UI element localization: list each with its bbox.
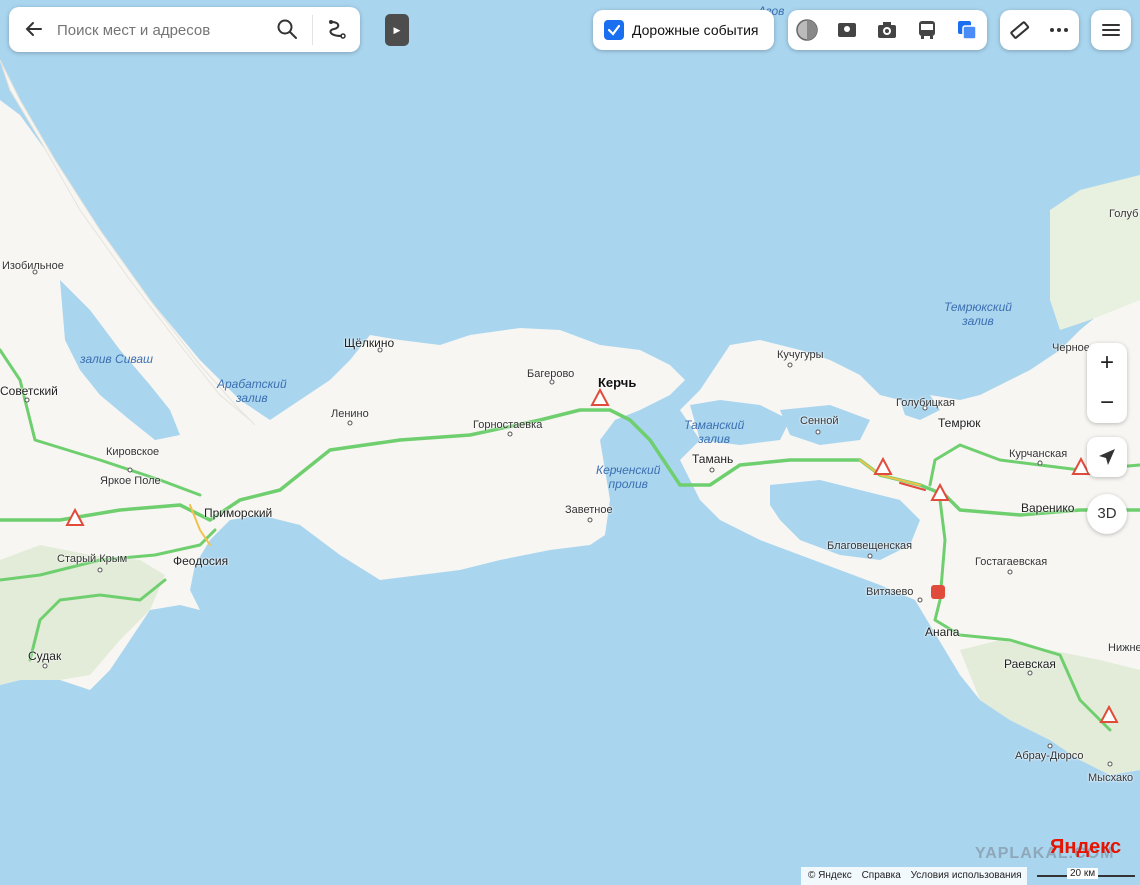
label-gornostaevka: Горностаевка [473,419,543,431]
accident-icon [931,585,945,599]
label-zavetnoe: Заветное [565,504,613,516]
label-golubitskaya: Голубицкая [896,397,956,409]
map-scale: 20 км [1037,867,1135,885]
scale-label: 20 км [1067,868,1099,879]
map-canvas[interactable] [0,0,1140,885]
photo-camera-icon[interactable] [876,19,898,41]
map-style-icon[interactable] [796,19,818,41]
logo-letter: Яндекс [1050,836,1122,858]
label-taman: Тамань [692,452,734,466]
ruler-icon[interactable] [1008,19,1030,41]
hamburger-icon [1100,19,1122,41]
menu-button[interactable] [1091,10,1131,50]
label-temryuk-bay: Темрюкский залив [944,300,1012,328]
label-golub: Голуб [1109,208,1139,220]
label-raevskaya: Раевская [1004,657,1056,671]
label-sudak: Судак [28,649,62,663]
checkbox-checked-icon[interactable] [604,20,624,40]
help-link[interactable]: Справка [862,870,901,881]
label-vityazevo: Витязево [866,586,914,598]
label-taman-bay: Таманский залив [684,418,745,446]
label-arabat-bay: Арабатский залив [217,377,287,405]
label-shchelkino: Щёлкино [344,336,395,350]
route-icon[interactable] [326,18,348,40]
label-yarkoe-pole: Яркое Поле [100,475,161,487]
label-lenino: Ленино [331,408,369,420]
back-arrow-icon[interactable] [23,18,45,40]
3d-toggle-button[interactable]: 3D [1087,494,1127,534]
label-abrau: Абрау-Дюрсо [1015,750,1084,762]
more-options-icon[interactable] [1048,19,1070,41]
zoom-out-button[interactable]: − [1087,383,1127,423]
label-kurchanskaya: Курчанская [1009,448,1068,460]
road-events-toggle[interactable]: Дорожные события [593,10,774,50]
label-obilnoe: Изобильное [2,260,64,272]
label-primorskiy: Приморский [204,506,273,520]
road-events-label: Дорожные события [632,22,759,38]
search-input[interactable] [55,17,269,43]
panorama-icon[interactable] [836,19,858,41]
terms-link[interactable]: Условия использования [911,870,1022,881]
label-kerch-strait: Керченский пролив [596,463,661,491]
zoom-in-button[interactable]: + [1087,343,1127,383]
search-separator [312,15,313,45]
label-sovetskiy: Советский [0,384,58,398]
panel-toggle-button[interactable]: ▶ [385,14,409,46]
search-icon[interactable] [276,18,298,40]
yandex-logo: Яндекс [1050,836,1121,859]
location-arrow-icon [1096,446,1118,468]
label-varenikovskaya: Варенико [1021,501,1075,515]
label-stary-krym: Старый Крым [57,553,128,565]
label-bagerovo: Багерово [527,368,575,380]
label-temryuk: Темрюк [938,416,981,430]
crimea-mountains [0,545,165,685]
label-kerch: Керчь [598,375,637,390]
label-sennoy: Сенной [800,415,839,427]
label-kuchuguri: Кучугуры [777,349,824,361]
layers-overlay-icon[interactable] [956,19,978,41]
label-feodosiya: Феодосия [173,554,229,568]
tools-panel [1000,10,1079,50]
label-myskhako: Мысхако [1088,772,1134,784]
label-nizhne: Нижне [1108,642,1140,654]
label-sivash: залив Сиваш [80,352,153,366]
geolocation-button[interactable] [1087,437,1127,477]
label-anapa: Анапа [925,625,960,639]
map-footer: © Яндекс Справка Условия использования [801,867,1027,885]
zoom-control: + − [1087,343,1127,423]
copyright-link[interactable]: © Яндекс [808,870,852,881]
transport-bus-icon[interactable] [916,19,938,41]
label-blagoveshchenskaya: Благовещенская [827,540,913,552]
label-gostagaevskaya: Гостагаевская [975,556,1048,568]
search-panel [9,7,360,52]
layers-panel [788,10,987,50]
label-kirovskoe: Кировское [106,446,160,458]
